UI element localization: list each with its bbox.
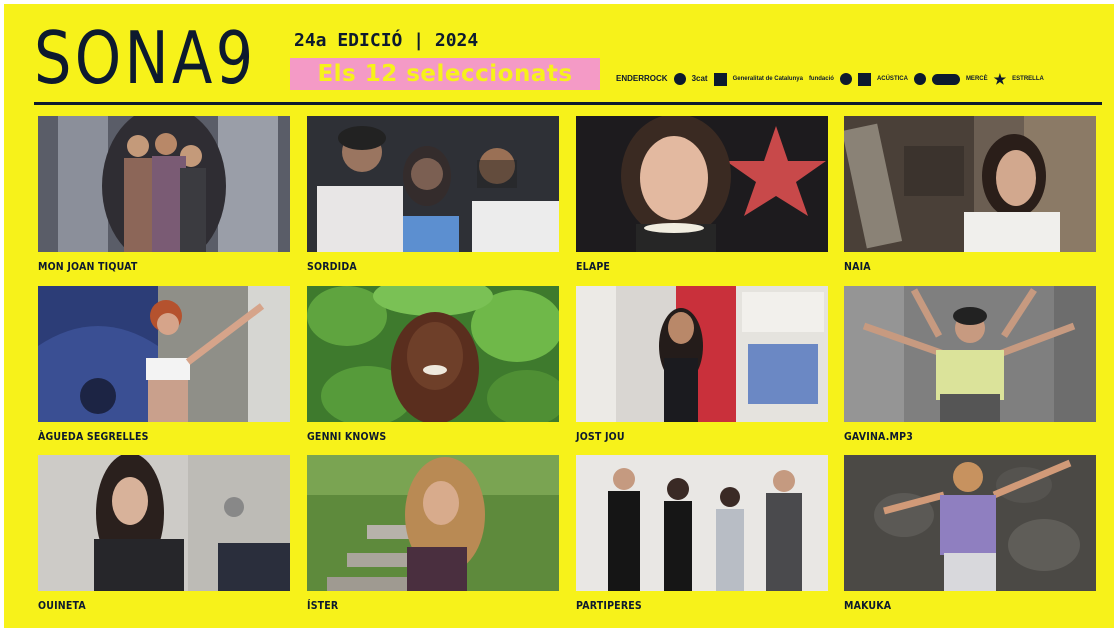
sponsor-mv-icon bbox=[913, 73, 926, 85]
sponsor-circle-icon bbox=[673, 73, 686, 85]
band-photo-image bbox=[576, 116, 828, 252]
sponsor-seal-icon bbox=[839, 73, 852, 85]
sponsor-3cat: 3cat bbox=[691, 74, 708, 83]
artist-photo-ister bbox=[307, 455, 559, 591]
band-photo-image bbox=[38, 286, 290, 422]
band-photo-image bbox=[307, 116, 559, 252]
artist-name: MON JOAN TIQUAT bbox=[38, 260, 138, 273]
selection-badge-text: Els 12 seleccionats bbox=[317, 61, 573, 87]
band-photo-image bbox=[38, 116, 290, 252]
artist-photo-gavina-mp3 bbox=[844, 286, 1096, 422]
artist-photo-ouineta bbox=[38, 455, 290, 591]
sponsor-fundacio: fundació bbox=[808, 76, 834, 82]
artist-photo-makuka bbox=[844, 455, 1096, 591]
artist-name: JOST JOU bbox=[576, 430, 625, 443]
sponsor-enderrock: ENDERROCK bbox=[616, 74, 668, 83]
artist-name: SORDIDA bbox=[307, 260, 357, 273]
band-photo-image bbox=[307, 455, 559, 591]
edition-label: 24a EDICIÓ | 2024 bbox=[294, 30, 479, 51]
header-divider bbox=[34, 102, 1102, 105]
band-photo-image bbox=[38, 455, 290, 591]
artist-name: MAKUKA bbox=[844, 599, 892, 612]
artist-photo-mon-joan-tiquat bbox=[38, 116, 290, 252]
sponsor-acustica: ACÚSTICA bbox=[876, 76, 908, 82]
artist-name: NAIA bbox=[844, 260, 871, 273]
sponsor-pill-icon bbox=[931, 73, 960, 85]
sponsor-strip: ENDERROCK 3cat Generalitat de Catalunya … bbox=[616, 64, 1106, 94]
artist-name: GENNI KNOWS bbox=[307, 430, 387, 443]
artist-name: ÍSTER bbox=[307, 599, 339, 612]
sponsor-generalitat: Generalitat de Catalunya bbox=[732, 76, 803, 82]
band-photo-image bbox=[844, 116, 1096, 252]
sponsor-merce: MERCÈ bbox=[965, 76, 988, 82]
sona9-logo: SONA9 bbox=[34, 16, 257, 100]
artist-name: ÀGUEDA SEGRELLES bbox=[38, 430, 149, 443]
artist-photo-naia bbox=[844, 116, 1096, 252]
artist-photo-agueda-segrelles bbox=[38, 286, 290, 422]
artist-photo-partiperes bbox=[576, 455, 828, 591]
artist-name: OUINETA bbox=[38, 599, 86, 612]
band-photo-image bbox=[307, 286, 559, 422]
band-photo-image bbox=[844, 455, 1096, 591]
band-photo-image bbox=[576, 286, 828, 422]
band-photo-image bbox=[844, 286, 1096, 422]
artist-name: GAVINA.MP3 bbox=[844, 430, 913, 443]
artist-name: PARTIPERES bbox=[576, 599, 642, 612]
artist-photo-genni-knows bbox=[307, 286, 559, 422]
star-icon: ★ bbox=[993, 71, 1007, 87]
selection-badge: Els 12 seleccionats bbox=[290, 58, 600, 90]
sponsor-estrella: ESTRELLA bbox=[1012, 76, 1044, 82]
artist-photo-sordida bbox=[307, 116, 559, 252]
artist-photo-jost-jou bbox=[576, 286, 828, 422]
artist-name: ELAPE bbox=[576, 260, 611, 273]
artist-photo-elape bbox=[576, 116, 828, 252]
poster: SONA9 24a EDICIÓ | 2024 Els 12 seleccion… bbox=[4, 4, 1114, 628]
band-photo-image bbox=[576, 455, 828, 591]
sponsor-square-icon bbox=[713, 72, 727, 86]
sponsor-block-icon bbox=[857, 72, 871, 86]
